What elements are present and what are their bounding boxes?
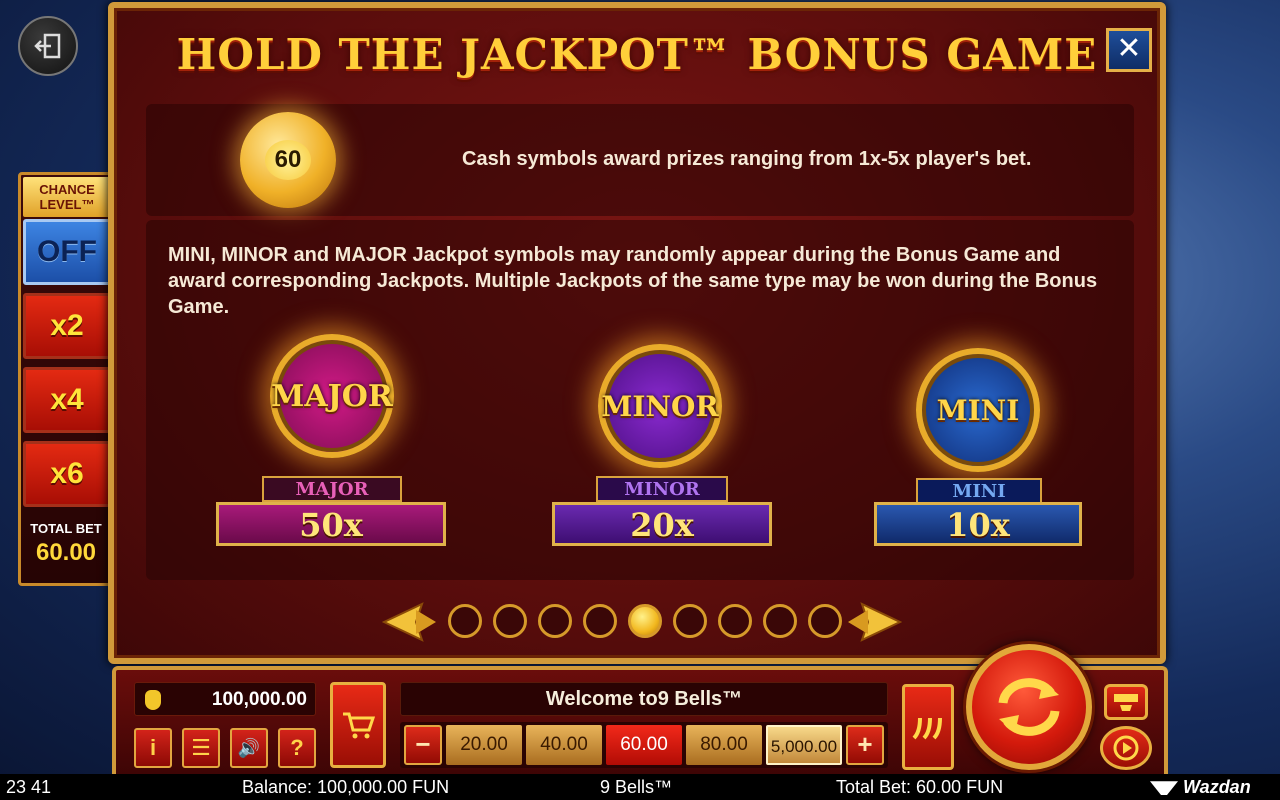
total-bet-value: 60.00 xyxy=(35,539,97,566)
exit-button[interactable] xyxy=(18,16,78,76)
page-dot[interactable] xyxy=(538,604,572,638)
shop-button[interactable] xyxy=(330,682,386,768)
menu-button[interactable]: ☰ xyxy=(182,728,220,768)
chance-x6-button[interactable]: x6 xyxy=(23,441,111,507)
clock: 23 41 xyxy=(6,777,52,797)
spin-arrows-icon xyxy=(998,678,1060,736)
page-dot[interactable] xyxy=(448,604,482,638)
autoplay-icon xyxy=(1113,735,1139,761)
info-button[interactable]: i xyxy=(134,728,172,768)
chance-off-button[interactable]: OFF xyxy=(23,219,111,285)
status-total-bet: Total Bet: 60.00 FUN xyxy=(836,777,1004,797)
volatility-button[interactable] xyxy=(902,684,954,770)
mini-jackpot-icon: MINI xyxy=(916,348,1040,472)
max-bet-option[interactable]: 5,000.00 xyxy=(766,725,842,765)
balance-display: 100,000.00 xyxy=(134,682,316,716)
chance-level-panel: CHANCE LEVEL™ OFF x2 x4 x6 TOTAL BET 60.… xyxy=(18,172,114,586)
status-balance: Balance: 100,000.00 FUN xyxy=(242,777,450,797)
balance-value: 100,000.00 xyxy=(211,689,307,710)
cash-symbol-panel: 60 Cash symbols award prizes ranging fro… xyxy=(146,104,1134,216)
bet-option[interactable]: 40.00 xyxy=(526,725,602,765)
brand-logo: Wazdan xyxy=(1150,774,1251,800)
minor-jackpot-icon: MINOR xyxy=(598,344,722,468)
help-button[interactable]: ? xyxy=(278,728,316,768)
cart-icon xyxy=(343,712,375,739)
info-icon: i xyxy=(149,735,157,760)
bonus-info-modal: HOLD THE JACKPOT™ BONUS GAME ✕ 60 Cash s… xyxy=(108,2,1166,664)
modal-title: HOLD THE JACKPOT™ BONUS GAME xyxy=(176,30,1098,79)
menu-icon: ☰ xyxy=(191,735,211,760)
page-dot[interactable] xyxy=(808,604,842,638)
cash-description: Cash symbols award prizes ranging from 1… xyxy=(462,148,1032,170)
page-dot[interactable] xyxy=(718,604,752,638)
speaker-icon: 🔊 xyxy=(237,738,261,758)
bet-option[interactable]: 80.00 xyxy=(686,725,762,765)
close-button[interactable]: ✕ xyxy=(1106,28,1152,72)
page-dot-active[interactable] xyxy=(628,604,662,638)
settings-panel-icon xyxy=(1114,694,1138,711)
status-bar: 23 41 Balance: 100,000.00 FUN 9 Bells™ T… xyxy=(0,774,1280,800)
jackpot-panel: MINI, MINOR and MAJOR Jackpot symbols ma… xyxy=(146,220,1134,580)
game-name: 9 Bells™ xyxy=(600,777,673,797)
chili-peppers-icon xyxy=(912,717,942,740)
mini-label: MINI xyxy=(916,478,1042,504)
cash-coin-value: 60 xyxy=(265,140,311,180)
sound-button[interactable]: 🔊 xyxy=(230,728,268,768)
next-page-arrow-icon[interactable] xyxy=(846,600,902,644)
bet-increase-button[interactable]: + xyxy=(846,725,884,765)
bet-option[interactable]: 20.00 xyxy=(446,725,522,765)
bet-settings-button[interactable] xyxy=(1104,684,1148,720)
spin-button[interactable] xyxy=(966,644,1092,770)
autoplay-button[interactable] xyxy=(1100,726,1152,770)
bet-decrease-button[interactable]: − xyxy=(404,725,442,765)
cash-coin-icon: 60 xyxy=(240,112,336,208)
page-dot[interactable] xyxy=(763,604,797,638)
help-icon: ? xyxy=(290,735,304,760)
exit-icon xyxy=(34,33,61,59)
major-jackpot-icon: MAJOR xyxy=(270,334,394,458)
jackpot-description: MINI, MINOR and MAJOR Jackpot symbols ma… xyxy=(168,244,1098,318)
brand-name: Wazdan xyxy=(1183,777,1251,797)
page-dot[interactable] xyxy=(583,604,617,638)
bet-selector: − 20.00 40.00 60.00 80.00 5,000.00 + xyxy=(400,722,888,768)
chance-level-title: CHANCE LEVEL™ xyxy=(23,177,111,217)
bet-option-selected[interactable]: 60.00 xyxy=(606,725,682,765)
wazdan-logo-icon xyxy=(1150,781,1178,796)
major-label: MAJOR xyxy=(262,476,402,502)
page-dot[interactable] xyxy=(493,604,527,638)
minor-multiplier: 20x xyxy=(552,502,772,546)
page-dot[interactable] xyxy=(673,604,707,638)
total-bet-label: TOTAL BET xyxy=(30,521,102,536)
previous-page-arrow-icon[interactable] xyxy=(382,600,438,644)
minor-label: MINOR xyxy=(596,476,728,502)
mini-multiplier: 10x xyxy=(874,502,1082,546)
money-bag-icon xyxy=(145,690,161,710)
chance-x4-button[interactable]: x4 xyxy=(23,367,111,433)
major-multiplier: 50x xyxy=(216,502,446,546)
welcome-message: Welcome to9 Bells™ xyxy=(400,682,888,716)
chance-x2-button[interactable]: x2 xyxy=(23,293,111,359)
